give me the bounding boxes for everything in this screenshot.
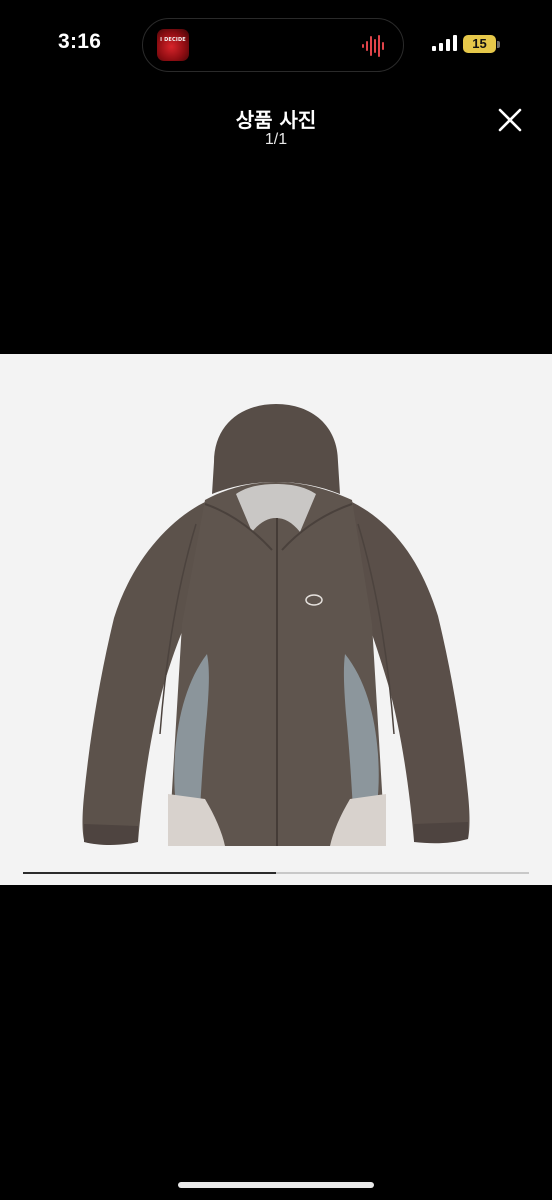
jacket-image: [82, 404, 470, 846]
page-title: 상품 사진: [235, 108, 317, 132]
album-art-text: I DECIDE: [160, 37, 186, 43]
image-scroll-indicator: [23, 872, 276, 874]
status-bar: 3:16 I DECIDE 15: [0, 0, 552, 92]
battery-icon: 15: [463, 35, 501, 53]
now-playing-album-art[interactable]: I DECIDE: [157, 29, 189, 61]
cellular-signal-icon: [432, 35, 457, 51]
audio-waveform-icon: [362, 35, 384, 57]
image-counter: 1/1: [264, 131, 288, 148]
product-photo[interactable]: [0, 354, 552, 885]
battery-cap: [497, 41, 500, 48]
image-scroll-track: [23, 872, 529, 874]
home-indicator[interactable]: [178, 1182, 374, 1188]
dynamic-island[interactable]: I DECIDE: [142, 18, 404, 72]
battery-level: 15: [463, 35, 496, 53]
status-time: 3:16: [58, 30, 102, 53]
close-icon[interactable]: [494, 104, 526, 136]
